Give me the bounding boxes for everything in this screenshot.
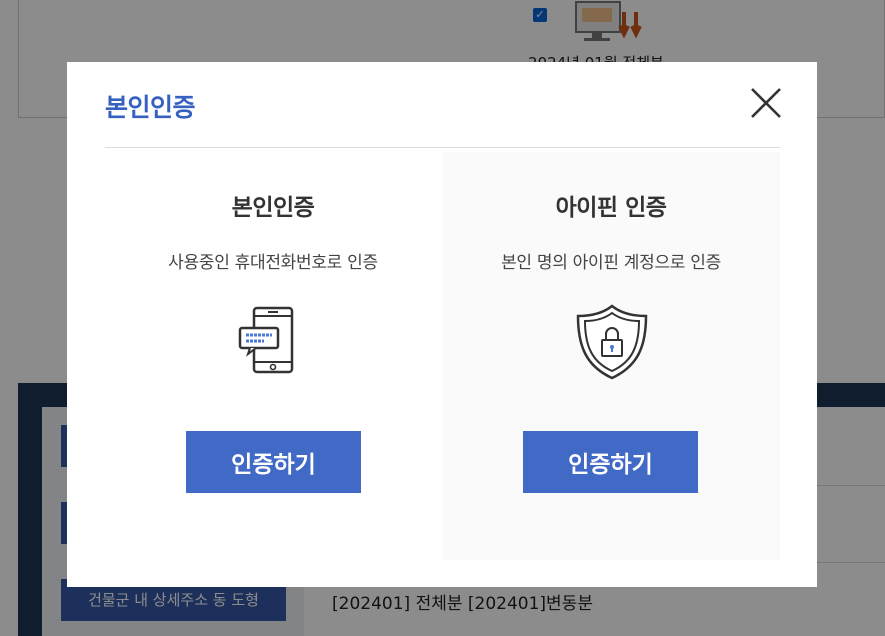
modal-divider [105, 147, 780, 148]
phone-verification-option: 본인인증 사용중인 휴대전화번호로 인증 인증하기 [104, 152, 442, 560]
option-title: 본인인증 [231, 195, 315, 221]
verification-modal: 본인인증 본인인증 사용중인 휴대전화번호로 인증 인증하기 아이핀 인증 본인… [67, 62, 817, 587]
close-icon[interactable] [749, 86, 783, 120]
option-title: 아이핀 인증 [555, 195, 667, 221]
ipin-verification-option: 아이핀 인증 본인 명의 아이핀 계정으로 인증 인증하기 [442, 152, 780, 560]
option-description: 사용중인 휴대전화번호로 인증 [168, 253, 378, 273]
shield-lock-icon [576, 304, 648, 380]
option-description: 본인 명의 아이핀 계정으로 인증 [501, 253, 721, 273]
smartphone-icon [238, 306, 294, 374]
phone-verify-button[interactable]: 인증하기 [186, 431, 361, 493]
ipin-verify-button[interactable]: 인증하기 [523, 431, 698, 493]
modal-title: 본인인증 [105, 93, 196, 122]
